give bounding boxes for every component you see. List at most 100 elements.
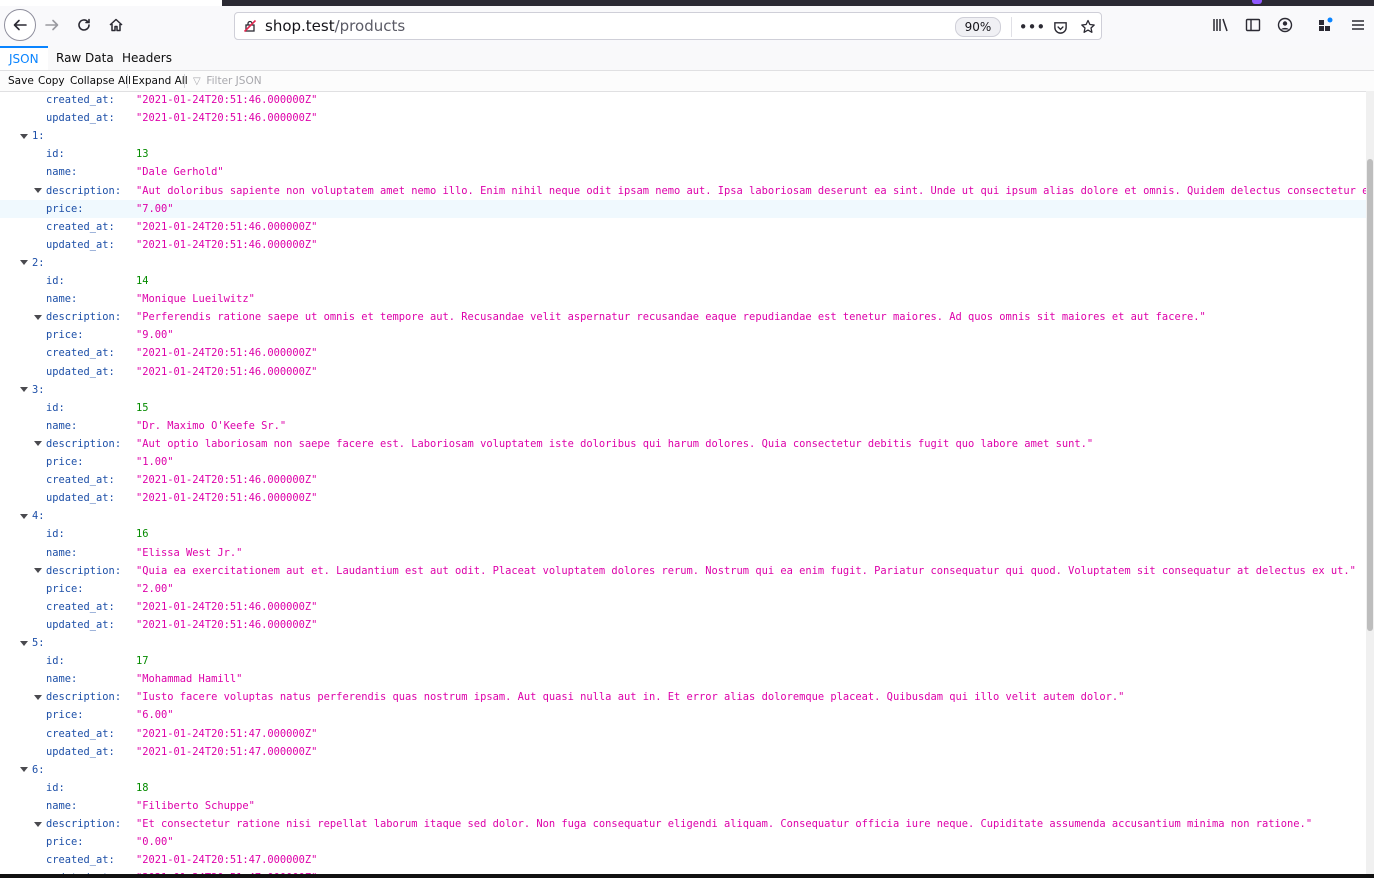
json-row-price[interactable]: price: "9.00" [0, 326, 1366, 344]
sidebar-icon[interactable] [1239, 11, 1267, 39]
expand-toggle-icon[interactable] [34, 815, 42, 833]
json-value: "7.00" [136, 202, 174, 215]
url-bar[interactable]: shop.test/products 90% ••• [234, 12, 1102, 40]
url-path: /products [334, 17, 406, 35]
json-row-price[interactable]: price: "1.00" [0, 453, 1366, 471]
scrollbar-thumb[interactable] [1367, 159, 1373, 631]
json-row-price[interactable]: price: "0.00" [0, 833, 1366, 851]
url-text[interactable]: shop.test/products [265, 17, 405, 35]
json-array-item[interactable]: 3: [0, 381, 1366, 399]
json-value: "Perferendis ratione saepe ut omnis et t… [136, 311, 1206, 324]
json-row-description[interactable]: description: "Aut doloribus sapiente non … [0, 182, 1366, 200]
json-row-created-at[interactable]: created_at: "2021-01-24T20:51:46.000000Z" [0, 344, 1366, 362]
json-row-updated-at[interactable]: updated_at: "2021-01-24T20:51:46.000000Z" [0, 489, 1366, 507]
json-row-description[interactable]: description: "Aut optio laboriosam non sa… [0, 435, 1366, 453]
expand-toggle-icon[interactable] [34, 562, 42, 580]
insecure-lock-icon[interactable] [243, 19, 257, 33]
json-row-name[interactable]: name: "Mohammad Hamill" [0, 670, 1366, 688]
json-value: 18 [136, 781, 149, 794]
json-array-item[interactable]: 6: [0, 761, 1366, 779]
json-row-price[interactable]: price: "6.00" [0, 706, 1366, 724]
expand-toggle-icon[interactable] [34, 688, 42, 706]
home-button[interactable] [102, 11, 130, 39]
json-row-updated-at[interactable]: updated_at: "2021-01-24T20:51:46.000000Z" [0, 363, 1366, 381]
expand-toggle-icon[interactable] [20, 507, 28, 525]
pocket-icon[interactable] [1049, 16, 1071, 38]
expand-toggle-icon[interactable] [20, 761, 28, 779]
json-array-item[interactable]: 1: [0, 127, 1366, 145]
reload-button[interactable] [70, 11, 98, 39]
expand-toggle-icon[interactable] [20, 254, 28, 272]
json-row-name[interactable]: name: "Elissa West Jr." [0, 544, 1366, 562]
tab-json[interactable]: JSON [0, 46, 48, 70]
copy-button[interactable]: Copy [38, 73, 65, 89]
extensions-icon[interactable] [1312, 11, 1340, 39]
collapse-all-button[interactable]: Collapse All [70, 73, 131, 89]
zoom-indicator[interactable]: 90% [955, 17, 1001, 37]
bookmark-star-icon[interactable] [1077, 16, 1099, 38]
url-host: shop.test [265, 17, 335, 35]
json-key: 4: [32, 510, 45, 523]
json-row-name[interactable]: name: "Dale Gerhold" [0, 163, 1366, 181]
json-row-id[interactable]: id: 15 [0, 399, 1366, 417]
json-value: "2021-01-24T20:51:46.000000Z" [136, 365, 318, 378]
json-value: "2021-01-24T20:51:46.000000Z" [136, 600, 318, 613]
expand-toggle-icon[interactable] [34, 182, 42, 200]
home-icon [109, 18, 123, 32]
library-icon[interactable] [1207, 11, 1235, 39]
json-row-id[interactable]: id: 17 [0, 652, 1366, 670]
json-row-name[interactable]: name: "Filiberto Schuppe" [0, 797, 1366, 815]
json-row-updated-at[interactable]: updated_at: "2021-01-24T20:51:46.000000Z" [0, 236, 1366, 254]
json-row-description[interactable]: description: "Iusto facere voluptas natus… [0, 688, 1366, 706]
json-row-updated-at[interactable]: updated_at: "2021-01-24T20:51:47.000000Z" [0, 743, 1366, 761]
toolbar-divider [184, 74, 185, 88]
json-value: "2021-01-24T20:51:46.000000Z" [136, 94, 318, 106]
tab-raw-data[interactable]: Raw Data [47, 46, 123, 70]
json-array-item[interactable]: 4: [0, 507, 1366, 525]
json-row[interactable]: created_at: "2021-01-24T20:51:46.000000Z" [0, 91, 1366, 109]
expand-all-button[interactable]: Expand All [132, 73, 188, 89]
filter-json-input[interactable]: ▽ Filter JSON [193, 73, 262, 90]
json-row-description[interactable]: description: "Et consectetur ratione nisi… [0, 815, 1366, 833]
tab-headers[interactable]: Headers [113, 46, 181, 70]
back-button[interactable] [4, 9, 36, 41]
expand-toggle-icon[interactable] [20, 127, 28, 145]
json-array-item[interactable]: 2: [0, 254, 1366, 272]
json-row-description[interactable]: description: "Perferendis ratione saepe u… [0, 308, 1366, 326]
json-row-created-at[interactable]: created_at: "2021-01-24T20:51:46.000000Z" [0, 471, 1366, 489]
json-row-id[interactable]: id: 18 [0, 779, 1366, 797]
json-tree: created_at: "2021-01-24T20:51:46.000000Z"… [0, 91, 1366, 878]
save-button[interactable]: Save [8, 73, 34, 89]
json-row-created-at[interactable]: created_at: "2021-01-24T20:51:46.000000Z" [0, 218, 1366, 236]
json-value: "2021-01-24T20:51:46.000000Z" [136, 618, 318, 631]
json-value: "Aut optio laboriosam non saepe facere e… [136, 437, 1094, 450]
json-key: price: [46, 836, 84, 849]
expand-toggle-icon[interactable] [20, 381, 28, 399]
json-row-created-at[interactable]: created_at: "2021-01-24T20:51:46.000000Z" [0, 598, 1366, 616]
json-row-description[interactable]: description: "Quia ea exercitationem aut … [0, 562, 1366, 580]
scrollbar[interactable] [1366, 91, 1374, 878]
json-toolbar: Save Copy Collapse All Expand All ▽ Filt… [0, 71, 1374, 92]
json-row-name[interactable]: name: "Dr. Maximo O'Keefe Sr." [0, 417, 1366, 435]
json-key: id: [46, 275, 65, 287]
json-row-created-at[interactable]: created_at: "2021-01-24T20:51:47.000000Z" [0, 725, 1366, 743]
account-icon[interactable] [1271, 11, 1299, 39]
json-row-id[interactable]: id: 13 [0, 145, 1366, 163]
expand-toggle-icon[interactable] [34, 435, 42, 453]
json-row-name[interactable]: name: "Monique Lueilwitz" [0, 290, 1366, 308]
json-array-item[interactable]: 5: [0, 634, 1366, 652]
json-key: name: [46, 293, 78, 306]
expand-toggle-icon[interactable] [20, 634, 28, 652]
json-key: created_at: [46, 727, 115, 740]
json-row-created-at[interactable]: created_at: "2021-01-24T20:51:47.000000Z" [0, 851, 1366, 869]
json-row-id[interactable]: id: 16 [0, 525, 1366, 543]
page-actions-icon[interactable]: ••• [1019, 16, 1046, 38]
menu-hamburger-icon[interactable] [1344, 11, 1372, 39]
expand-toggle-icon[interactable] [34, 308, 42, 326]
json-row-price[interactable]: price: "7.00" [0, 199, 1366, 218]
forward-button[interactable] [38, 11, 66, 39]
json-row[interactable]: updated_at: "2021-01-24T20:51:46.000000Z" [0, 109, 1366, 127]
json-row-id[interactable]: id: 14 [0, 272, 1366, 290]
json-row-updated-at[interactable]: updated_at: "2021-01-24T20:51:46.000000Z" [0, 616, 1366, 634]
json-row-price[interactable]: price: "2.00" [0, 580, 1366, 598]
